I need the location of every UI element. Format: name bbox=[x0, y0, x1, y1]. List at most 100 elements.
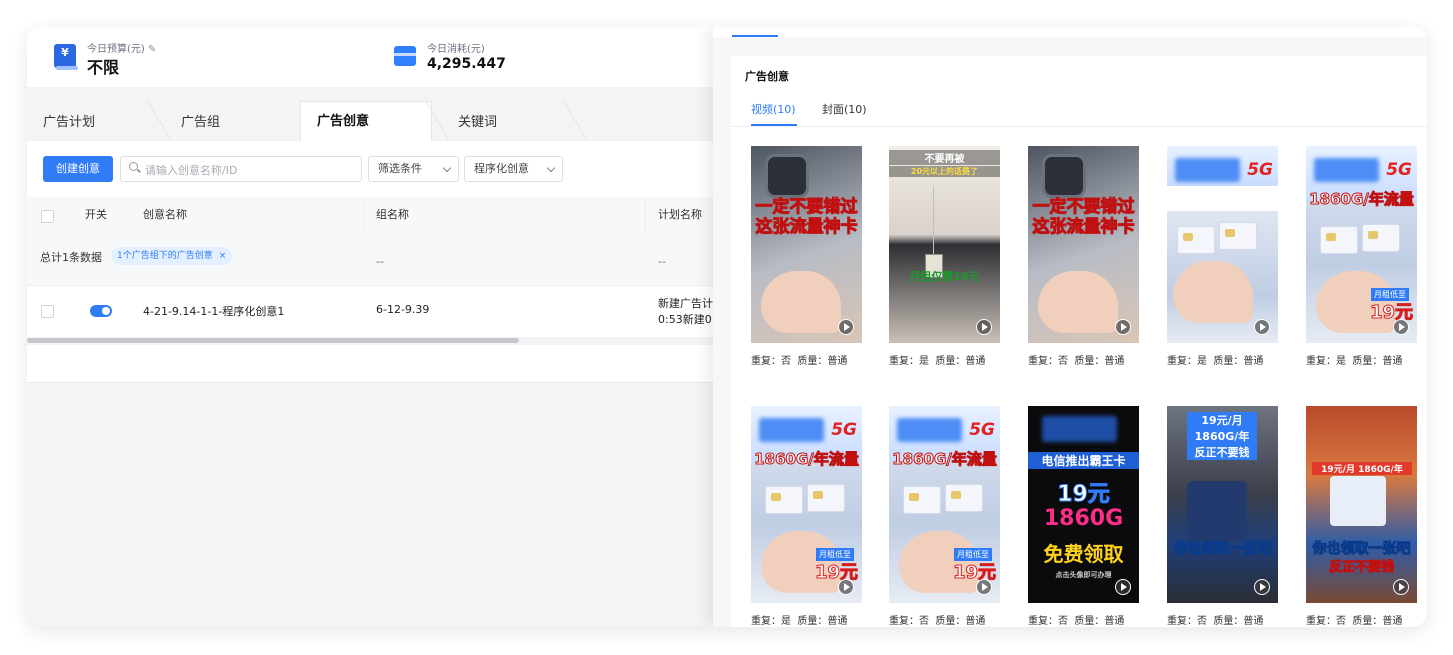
blurred-brand bbox=[1042, 416, 1117, 442]
price-value: 19元 bbox=[1369, 302, 1413, 324]
create-creative-button[interactable]: 创建创意 bbox=[43, 156, 113, 182]
creative-name-cell[interactable]: 4-21-9.14-1-1-程序化创意1 bbox=[143, 303, 284, 319]
play-icon[interactable] bbox=[976, 319, 992, 335]
creative-item[interactable]: 19元/月 1860G/年 反正不要钱 你也领取一张吧 重复：否 质量：普通 bbox=[1167, 406, 1278, 627]
overlay-top: 1860G/年流量 bbox=[892, 450, 998, 469]
play-icon[interactable] bbox=[1393, 579, 1409, 595]
edit-pencil-icon[interactable]: ✎ bbox=[148, 44, 156, 55]
video-thumbnail[interactable]: 19元/月 1860G/年 你也领取一张吧 反正不要钱 bbox=[1306, 406, 1417, 603]
video-thumbnail[interactable]: 5G 1860G/年流量 月租低至 19元 bbox=[751, 406, 862, 603]
creative-switch[interactable] bbox=[90, 305, 112, 317]
5g-text: 5G bbox=[1247, 160, 1273, 180]
tab-video[interactable]: 视频(10) bbox=[751, 101, 796, 117]
creative-meta: 重复：是 质量：普通 bbox=[1167, 352, 1263, 367]
data-big: 1860G bbox=[1043, 506, 1124, 531]
play-icon[interactable] bbox=[1254, 579, 1270, 595]
5g-text: 5G bbox=[969, 420, 995, 440]
play-icon[interactable] bbox=[976, 579, 992, 595]
play-icon[interactable] bbox=[838, 579, 854, 595]
dup-value: 否 bbox=[919, 616, 929, 627]
play-icon[interactable] bbox=[838, 319, 854, 335]
quality-value: 普通 bbox=[827, 616, 848, 627]
filter-chip-label: 1个广告组下的广告创意 bbox=[117, 251, 213, 261]
creative-item[interactable]: 5G 重复：是 质量：普通 bbox=[1167, 146, 1278, 367]
plan-name-line1[interactable]: 新建广告计 bbox=[658, 295, 713, 311]
filter-chip[interactable]: 1个广告组下的广告创意 × bbox=[111, 247, 233, 265]
dup-label: 重复： bbox=[1306, 616, 1336, 627]
tab-keywords[interactable]: 关键词 bbox=[442, 101, 513, 141]
tab-ad-group[interactable]: 广告组 bbox=[165, 101, 236, 141]
creative-item[interactable]: 5G 1860G/年流量 月租低至 19元 重复：是 质量：普通 bbox=[1306, 146, 1417, 367]
sim-card-pack bbox=[1187, 481, 1247, 541]
quality-value: 普通 bbox=[1104, 616, 1125, 627]
creative-type-select[interactable]: 程序化创意 bbox=[464, 156, 563, 182]
row-checkbox[interactable] bbox=[41, 305, 54, 318]
sim-card bbox=[765, 486, 803, 514]
creative-item[interactable]: 电信推出霸王卡 19元 1860G 免费领取 点击头像即可办理 重复：否 质量：… bbox=[1028, 406, 1139, 627]
5g-logo: 5G bbox=[1247, 160, 1273, 180]
hand-image bbox=[1173, 261, 1253, 323]
dup-value: 否 bbox=[1197, 616, 1207, 627]
creative-item[interactable]: 一定不要错过 这张流量神卡 重复：否 质量：普通 bbox=[1028, 146, 1139, 367]
overlay-bottom: 你也领取一张吧 bbox=[1173, 541, 1272, 558]
play-icon[interactable] bbox=[1254, 319, 1270, 335]
creative-table: 开关 创意名称 组名称 计划名称 总计1条数据 1个广告组下的广告创意 × -- … bbox=[27, 197, 713, 337]
quality-value: 普通 bbox=[1243, 616, 1264, 627]
overlay-sub: 20元以上的话费了 bbox=[889, 166, 1000, 177]
select-all-checkbox[interactable] bbox=[41, 210, 54, 223]
sim-card bbox=[903, 486, 941, 514]
col-group-name[interactable]: 组名称 bbox=[376, 197, 409, 233]
dup-value: 是 bbox=[781, 616, 791, 627]
dup-label: 重复： bbox=[1028, 616, 1058, 627]
video-thumbnail[interactable]: 一定不要错过 这张流量神卡 bbox=[751, 146, 862, 343]
drawer-tab-indicator bbox=[732, 35, 778, 37]
creative-item[interactable]: 19元/月 1860G/年 你也领取一张吧 反正不要钱 重复：否 质量：普通 bbox=[1306, 406, 1417, 627]
summary-count: 总计1条数据 bbox=[40, 251, 102, 264]
tab-ad-creative[interactable]: 广告创意 bbox=[300, 101, 432, 142]
quality-label: 质量： bbox=[935, 616, 966, 627]
level-tabs: 广告计划 广告组 广告创意 关键词 bbox=[27, 101, 713, 142]
play-icon[interactable] bbox=[1393, 319, 1409, 335]
price-big: 19元 bbox=[1057, 482, 1111, 508]
hand-image bbox=[761, 271, 841, 333]
video-thumbnail[interactable]: 19元/月 1860G/年 反正不要钱 你也领取一张吧 bbox=[1167, 406, 1278, 603]
table-row[interactable]: 4-21-9.14-1-1-程序化创意1 6-12-9.39 新建广告计 0:5… bbox=[27, 285, 713, 334]
price-value: 19元 bbox=[952, 562, 996, 584]
play-icon[interactable] bbox=[1115, 579, 1131, 595]
horizontal-scrollbar[interactable] bbox=[27, 338, 519, 343]
quality-label: 质量： bbox=[1213, 616, 1244, 627]
creative-panel-title: 广告创意 bbox=[745, 70, 789, 83]
creative-item[interactable]: 一定不要错过 这张流量神卡 重复：否 质量：普通 bbox=[751, 146, 862, 367]
filter-select[interactable]: 筛选条件 bbox=[368, 156, 459, 182]
video-thumbnail[interactable]: 5G 1860G/年流量 月租低至 19元 bbox=[1306, 146, 1417, 343]
close-icon[interactable]: × bbox=[219, 251, 227, 261]
play-icon[interactable] bbox=[1115, 319, 1131, 335]
dup-value: 是 bbox=[919, 356, 929, 367]
overlay-bottom-2: 反正不要钱 bbox=[1328, 560, 1394, 576]
hand-image bbox=[1038, 271, 1118, 333]
overlay-bottom: 这张流量神卡 bbox=[755, 217, 858, 238]
search-input[interactable]: 请输入创意名称/ID bbox=[120, 156, 362, 182]
tab-cover[interactable]: 封面(10) bbox=[822, 101, 867, 117]
col-creative-name[interactable]: 创意名称 bbox=[143, 197, 187, 233]
creative-item[interactable]: 不要再被 20元以上的话费了 月租仅需19元 重复：是 质量：普通 bbox=[889, 146, 1000, 367]
tab-ad-plan[interactable]: 广告计划 bbox=[27, 101, 111, 141]
video-thumbnail[interactable]: 5G 1860G/年流量 月租低至 19元 bbox=[889, 406, 1000, 603]
video-thumbnail[interactable]: 5G bbox=[1167, 146, 1278, 343]
blurred-brand bbox=[1314, 158, 1379, 182]
5g-logo: 5G bbox=[831, 420, 857, 440]
video-thumbnail[interactable]: 不要再被 20元以上的话费了 月租仅需19元 bbox=[889, 146, 1000, 343]
plan-name-line2[interactable]: 0:53新建0 bbox=[658, 311, 712, 327]
col-plan-name[interactable]: 计划名称 bbox=[658, 197, 702, 233]
group-name-cell[interactable]: 6-12-9.39 bbox=[376, 303, 429, 316]
video-thumbnail[interactable]: 电信推出霸王卡 19元 1860G 免费领取 点击头像即可办理 bbox=[1028, 406, 1139, 603]
dup-value: 否 bbox=[781, 356, 791, 367]
creative-item[interactable]: 5G 1860G/年流量 月租低至 19元 重复：是 质量：普通 bbox=[751, 406, 862, 627]
filter-label: 筛选条件 bbox=[378, 162, 422, 175]
sim-card bbox=[1177, 226, 1215, 254]
quality-label: 质量： bbox=[1213, 356, 1244, 367]
video-thumbnail[interactable]: 一定不要错过 这张流量神卡 bbox=[1028, 146, 1139, 343]
ad-list-panel: 今日预算(元)✎ 不限 今日消耗(元) 4,295.447 广告计划 广告组 广… bbox=[27, 27, 713, 627]
dup-value: 否 bbox=[1336, 616, 1346, 627]
creative-item[interactable]: 5G 1860G/年流量 月租低至 19元 重复：否 质量：普通 bbox=[889, 406, 1000, 627]
